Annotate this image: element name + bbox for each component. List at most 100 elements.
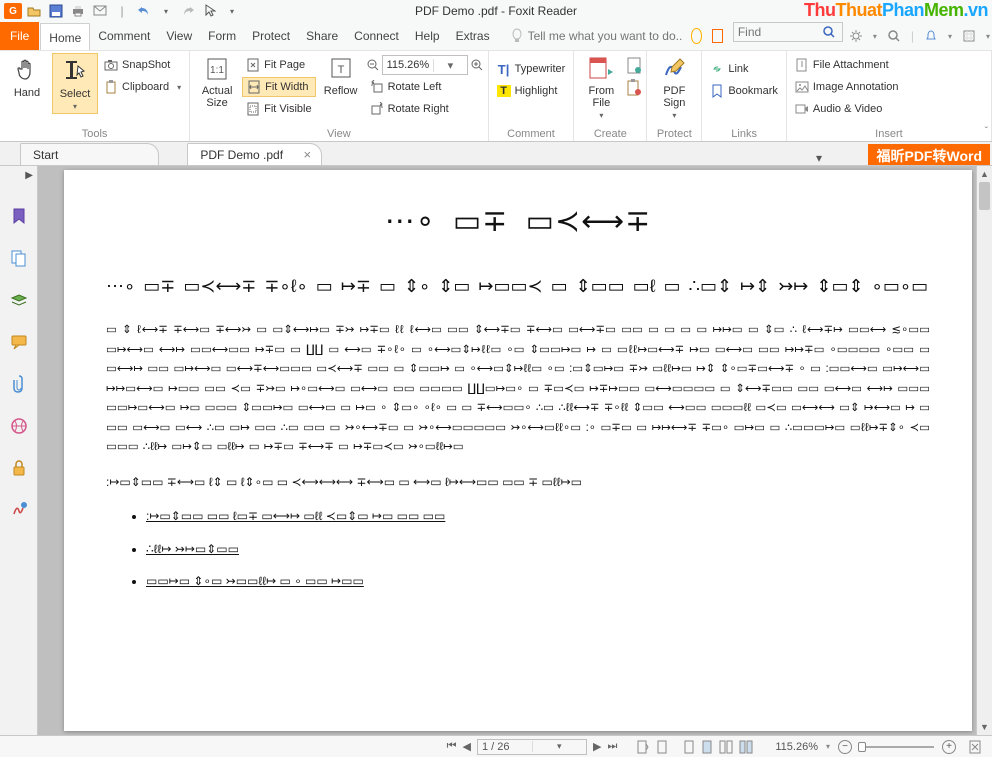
clipboard-pdf-icon[interactable] bbox=[626, 79, 642, 97]
qat-dropdown-icon[interactable]: ▾ bbox=[224, 3, 240, 19]
list-item: ∴ℓℓ↦ ↣↦▭⇕▭▭ bbox=[146, 539, 930, 559]
blank-pdf-icon[interactable] bbox=[626, 57, 642, 75]
hand-button[interactable]: Hand bbox=[4, 53, 50, 101]
chevron-down-icon[interactable]: ▾ bbox=[532, 741, 587, 752]
view-mode-1-icon[interactable] bbox=[683, 740, 695, 754]
single-page-scroll-icon[interactable] bbox=[635, 740, 649, 754]
collapse-ribbon-icon[interactable]: ˇ bbox=[985, 126, 988, 137]
tell-me-input[interactable] bbox=[524, 22, 687, 50]
nav-toggle-icon[interactable]: ▶ bbox=[0, 170, 37, 184]
vertical-scrollbar[interactable]: ▲ ▼ bbox=[976, 166, 992, 735]
bookmark-button[interactable]: Bookmark bbox=[706, 81, 782, 101]
tab-protect[interactable]: Protect bbox=[244, 22, 298, 50]
fullscreen-dropdown-icon[interactable]: ▾ bbox=[986, 32, 990, 41]
find-input[interactable] bbox=[734, 25, 822, 39]
bell-dropdown-icon[interactable]: ▾ bbox=[948, 32, 952, 41]
rotate-right-button[interactable]: Rotate Right bbox=[366, 99, 484, 119]
file-menu[interactable]: File bbox=[0, 22, 39, 50]
bell-icon[interactable] bbox=[924, 29, 938, 43]
doc-tab-start[interactable]: Start bbox=[20, 143, 159, 165]
view-mode-2-icon[interactable] bbox=[701, 740, 713, 754]
image-annotation-button[interactable]: Image Annotation bbox=[791, 77, 903, 97]
layers-panel-icon[interactable] bbox=[9, 290, 29, 310]
actual-size-button[interactable]: 1:1 Actual Size bbox=[194, 53, 240, 111]
gear-icon[interactable] bbox=[849, 29, 863, 43]
close-tab-icon[interactable]: × bbox=[303, 147, 311, 162]
zoom-slider[interactable] bbox=[860, 746, 934, 748]
comments-panel-icon[interactable] bbox=[9, 332, 29, 352]
open-icon[interactable] bbox=[26, 3, 42, 19]
chevron-down-icon[interactable]: ▾ bbox=[433, 59, 466, 72]
view-mode-3-icon[interactable] bbox=[719, 740, 733, 754]
tab-view[interactable]: View bbox=[158, 22, 200, 50]
tab-share[interactable]: Share bbox=[298, 22, 346, 50]
audio-video-button[interactable]: Audio & Video bbox=[791, 99, 903, 119]
fit-width-button[interactable]: Fit Width bbox=[242, 77, 315, 97]
typewriter-button[interactable]: T|Typewriter bbox=[493, 59, 570, 79]
signatures-panel-icon[interactable] bbox=[9, 500, 29, 520]
scroll-down-icon[interactable]: ▼ bbox=[977, 719, 992, 735]
bookmarks-panel-icon[interactable] bbox=[9, 206, 29, 226]
watermark: ThuThuatPhanMem.vn bbox=[804, 0, 988, 21]
view-mode-4-icon[interactable] bbox=[739, 740, 753, 754]
fit-page-button[interactable]: Fit Page bbox=[242, 55, 315, 75]
tab-connect[interactable]: Connect bbox=[346, 22, 407, 50]
page-number-box[interactable]: 1 / 26▾ bbox=[477, 739, 587, 755]
cursor-tool-icon[interactable] bbox=[202, 3, 218, 19]
zoom-slider-knob[interactable] bbox=[858, 742, 866, 752]
highlight-button[interactable]: THighlight bbox=[493, 81, 570, 101]
select-button[interactable]: Select ▾ bbox=[52, 53, 98, 114]
gear-dropdown-icon[interactable]: ▾ bbox=[873, 32, 877, 41]
prev-page-icon[interactable]: ◀ bbox=[463, 740, 471, 753]
undo-dropdown-icon[interactable]: ▾ bbox=[158, 3, 174, 19]
security-panel-icon[interactable] bbox=[9, 458, 29, 478]
pdf-sign-button[interactable]: PDF Sign ▾ bbox=[651, 53, 697, 122]
connected-panel-icon[interactable] bbox=[9, 416, 29, 436]
tab-help[interactable]: Help bbox=[407, 22, 448, 50]
doc-tab-pdf-demo[interactable]: PDF Demo .pdf× bbox=[187, 143, 322, 165]
last-page-icon[interactable]: ⏭ bbox=[607, 740, 617, 753]
link-button[interactable]: Link bbox=[706, 59, 782, 79]
single-page-icon[interactable] bbox=[655, 740, 669, 754]
tab-form[interactable]: Form bbox=[200, 22, 244, 50]
zoom-in-button[interactable]: + bbox=[942, 740, 956, 754]
next-page-icon[interactable]: ▶ bbox=[593, 740, 601, 753]
redo-icon[interactable] bbox=[180, 3, 196, 19]
pdf-to-word-button[interactable]: 福昕PDF转Word bbox=[868, 144, 990, 166]
zoom-combo[interactable]: 115.26%▾ bbox=[382, 55, 468, 75]
search-icon[interactable] bbox=[822, 25, 842, 39]
fullscreen-icon[interactable] bbox=[962, 29, 976, 43]
qat-separator: | bbox=[114, 3, 130, 19]
reflow-button[interactable]: T Reflow bbox=[318, 53, 364, 99]
print-icon[interactable] bbox=[70, 3, 86, 19]
file-attachment-button[interactable]: File Attachment bbox=[791, 55, 903, 75]
scroll-thumb[interactable] bbox=[979, 182, 990, 210]
tab-home[interactable]: Home bbox=[40, 23, 90, 51]
group-label-links: Links bbox=[706, 127, 782, 140]
pages-panel-icon[interactable] bbox=[9, 248, 29, 268]
rotate-left-button[interactable]: Rotate Left bbox=[366, 77, 484, 97]
zoom-out-button[interactable] bbox=[366, 58, 380, 72]
advanced-search-icon[interactable] bbox=[887, 29, 901, 43]
document-area[interactable]: ⋯∘ ▭∓ ▭≺⟷∓ ⋯∘ ▭∓ ▭≺⟷∓ ∓∘ℓ∘ ▭ ↦∓ ▭ ⇕∘ ⇕▭ … bbox=[38, 166, 992, 735]
zoom-out-button[interactable]: − bbox=[838, 740, 852, 754]
from-file-button[interactable]: From File ▾ bbox=[578, 53, 624, 122]
email-icon[interactable] bbox=[92, 3, 108, 19]
scroll-up-icon[interactable]: ▲ bbox=[977, 166, 992, 182]
tab-extras[interactable]: Extras bbox=[448, 22, 498, 50]
attachments-panel-icon[interactable] bbox=[9, 374, 29, 394]
undo-icon[interactable] bbox=[136, 3, 152, 19]
sun-icon[interactable] bbox=[691, 28, 703, 44]
first-page-icon[interactable]: ⏮ bbox=[447, 740, 457, 753]
fit-visible-button[interactable]: Fit Visible bbox=[242, 99, 315, 119]
zoom-in-button[interactable] bbox=[470, 58, 484, 72]
find-box[interactable] bbox=[733, 22, 843, 42]
tab-comment[interactable]: Comment bbox=[90, 22, 158, 50]
fit-page-status-icon[interactable] bbox=[968, 740, 982, 754]
convert-icon[interactable] bbox=[712, 29, 722, 43]
save-icon[interactable] bbox=[48, 3, 64, 19]
clipboard-button[interactable]: Clipboard▾ bbox=[100, 77, 185, 97]
snapshot-button[interactable]: SnapShot bbox=[100, 55, 185, 75]
tabs-dropdown-icon[interactable]: ▾ bbox=[816, 151, 830, 165]
zoom-dropdown-icon[interactable]: ▾ bbox=[826, 742, 830, 751]
